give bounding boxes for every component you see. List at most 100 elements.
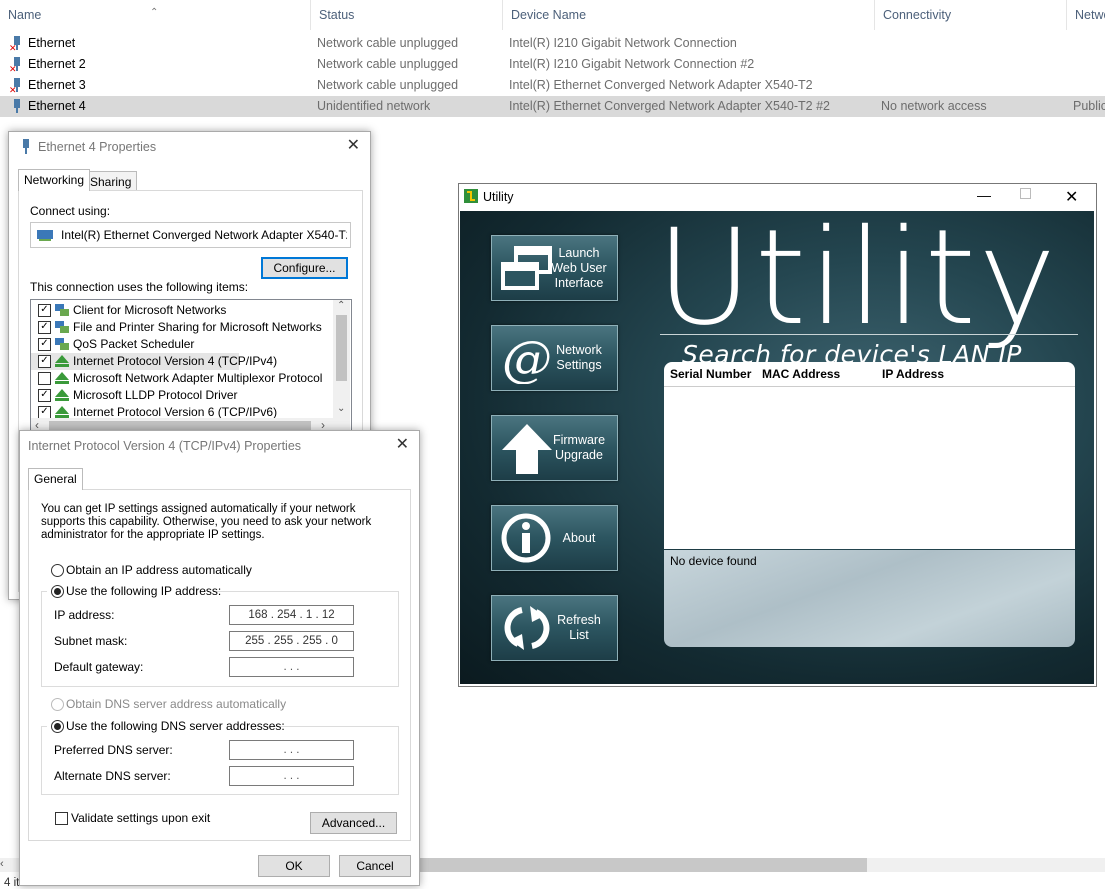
scroll-up-icon[interactable]: ⌃ (337, 300, 345, 311)
checkbox[interactable]: ✓ (38, 389, 51, 402)
column-serial-number[interactable]: Serial Number (670, 367, 751, 381)
obtain-ip-radio[interactable] (51, 564, 64, 577)
close-icon[interactable]: ✕ (1065, 187, 1078, 207)
tab-general[interactable]: General (28, 468, 83, 490)
refresh-list-button[interactable]: Refresh List (491, 595, 618, 661)
scrollbar-thumb[interactable] (405, 858, 867, 872)
obtain-ip-label[interactable]: Obtain an IP address automatically (66, 563, 252, 577)
connect-using-label: Connect using: (30, 204, 111, 218)
firmware-upgrade-button[interactable]: Firmware Upgrade (491, 415, 618, 481)
subnet-mask-field[interactable]: 255 . 255 . 255 . 0 (229, 631, 354, 651)
list-item[interactable]: ✓ Microsoft LLDP Protocol Driver (31, 387, 331, 404)
default-gateway-field[interactable]: . . . (229, 657, 354, 677)
adapter-device: Intel(R) Ethernet Converged Network Adap… (509, 78, 813, 92)
svg-text:✕: ✕ (9, 44, 17, 52)
list-item[interactable]: ✕ Ethernet 3 Network cable unplugged Int… (0, 75, 1105, 96)
checkbox[interactable]: ✓ (38, 304, 51, 317)
vertical-scrollbar[interactable]: ⌃ ⌄ (333, 300, 350, 418)
alternate-dns-label: Alternate DNS server: (54, 769, 171, 783)
use-ip-radio[interactable] (51, 585, 64, 598)
device-table[interactable]: Serial Number MAC Address IP Address No … (664, 362, 1075, 647)
button-label: Launch Web User Interface (551, 245, 607, 290)
app-logo-icon (464, 189, 478, 203)
column-name[interactable]: Name ⌃ (0, 0, 311, 30)
validate-checkbox[interactable] (55, 812, 68, 825)
use-dns-radio[interactable] (51, 720, 64, 733)
column-ip-address[interactable]: IP Address (882, 367, 944, 381)
about-button[interactable]: About (491, 505, 618, 571)
adapter-status: Unidentified network (317, 99, 431, 113)
checkbox[interactable]: ✓ (38, 338, 51, 351)
list-item[interactable]: ✓ Client for Microsoft Networks (31, 302, 331, 319)
obtain-dns-radio[interactable] (51, 698, 64, 711)
column-network[interactable]: Netwo (1067, 0, 1105, 30)
preferred-dns-label: Preferred DNS server: (54, 743, 173, 757)
general-panel: You can get IP settings assigned automat… (28, 489, 411, 841)
dialog-title: Ethernet 4 Properties (38, 140, 157, 154)
list-item[interactable]: ✓ QoS Packet Scheduler (31, 336, 331, 353)
items-list[interactable]: ✓ Client for Microsoft Networks ✓ File and… (30, 299, 352, 436)
list-item-selected[interactable]: ✓ Internet Protocol Version 4 (TCP/IPv4) (31, 353, 277, 370)
scroll-left-icon[interactable]: ‹ (0, 858, 4, 870)
ip-address-field[interactable]: 168 . 254 . 1 . 12 (229, 605, 354, 625)
tab-sharing[interactable]: Sharing (84, 171, 138, 191)
qos-icon (55, 338, 69, 350)
intro-text: You can get IP settings assigned automat… (41, 503, 372, 541)
info-icon (501, 513, 551, 563)
column-device-name[interactable]: Device Name (503, 0, 875, 30)
adapter-card-icon (37, 230, 53, 241)
title-rule (660, 334, 1078, 335)
minimize-icon[interactable]: — (977, 187, 991, 203)
close-icon[interactable]: ✕ (347, 138, 360, 154)
column-mac-address[interactable]: MAC Address (762, 367, 840, 381)
client-icon (55, 304, 69, 316)
status-text: No device found (670, 554, 757, 568)
device-table-header: Serial Number MAC Address IP Address (664, 362, 1075, 387)
window-title: Utility (483, 190, 514, 204)
validate-label[interactable]: Validate settings upon exit (71, 811, 210, 825)
column-status[interactable]: Status (311, 0, 503, 30)
list-item[interactable]: Microsoft Network Adapter Multiplexor Pr… (31, 370, 331, 387)
network-settings-button[interactable]: @ Network Settings (491, 325, 618, 391)
advanced-button[interactable]: Advanced... (310, 812, 397, 834)
close-icon[interactable]: ✕ (396, 437, 409, 453)
network-adapter-icon (14, 99, 20, 113)
adapter-device: Intel(R) I210 Gigabit Network Connection… (509, 57, 755, 71)
checkbox[interactable] (38, 372, 51, 385)
scrollbar-thumb[interactable] (336, 315, 347, 381)
scroll-down-icon[interactable]: ⌄ (337, 403, 345, 414)
network-unplugged-icon: ✕ (9, 57, 20, 73)
configure-button[interactable]: Configure... (261, 257, 348, 279)
svg-text:@: @ (502, 332, 552, 384)
device-table-body[interactable] (664, 387, 1075, 549)
ok-button[interactable]: OK (258, 855, 330, 877)
use-dns-label[interactable]: Use the following DNS server addresses: (66, 719, 285, 733)
utility-window: Utility — ✕ Utility Search for device's … (458, 183, 1097, 687)
list-item[interactable]: ✕ Ethernet 2 Network cable unplugged Int… (0, 54, 1105, 75)
cancel-button[interactable]: Cancel (339, 855, 411, 877)
list-item-selected[interactable]: Ethernet 4 Unidentified network Intel(R)… (0, 96, 1105, 117)
brand-title: Utility (656, 211, 1059, 355)
preferred-dns-field[interactable]: . . . (229, 740, 354, 760)
adapter-status: Network cable unplugged (317, 78, 459, 92)
launch-web-ui-button[interactable]: Launch Web User Interface (491, 235, 618, 301)
adapter-status: Network cable unplugged (317, 36, 459, 50)
items-label: This connection uses the following items… (30, 280, 249, 294)
use-ip-label[interactable]: Use the following IP address: (66, 584, 221, 598)
list-item[interactable]: ✕ Ethernet Network cable unplugged Intel… (0, 33, 1105, 54)
tab-networking[interactable]: Networking (18, 169, 91, 191)
subnet-mask-label: Subnet mask: (54, 634, 128, 648)
list-item[interactable]: ✓ File and Printer Sharing for Microsoft … (31, 319, 331, 336)
maximize-icon[interactable] (1020, 188, 1031, 199)
button-label: About (562, 530, 596, 545)
column-connectivity[interactable]: Connectivity (875, 0, 1067, 30)
obtain-dns-label[interactable]: Obtain DNS server address automatically (66, 697, 286, 711)
up-arrow-icon (502, 424, 552, 474)
alternate-dns-field[interactable]: . . . (229, 766, 354, 786)
checkbox[interactable]: ✓ (38, 355, 51, 368)
ip-address-label: IP address: (54, 608, 115, 622)
default-gateway-label: Default gateway: (54, 660, 144, 674)
checkbox[interactable]: ✓ (38, 321, 51, 334)
dialog-titlebar: Internet Protocol Version 4 (TCP/IPv4) P… (20, 431, 419, 461)
button-label: Network Settings (556, 343, 602, 372)
